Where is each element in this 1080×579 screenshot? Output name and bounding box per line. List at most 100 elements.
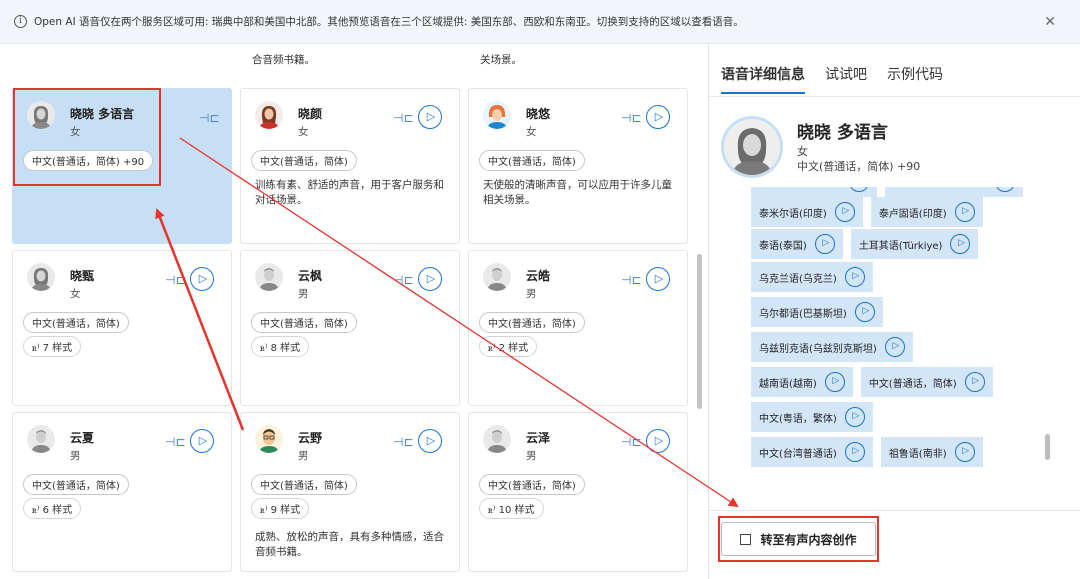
language-chip[interactable]: 越南语(越南) ▷ — [751, 367, 853, 397]
voice-card[interactable]: 云野男 ⊣⊏ ▷ 中文(普通话，简体) ꭱ⁾ 9 样式 成熟、放松的声音，具有多种情感，适… — [240, 412, 460, 572]
gallery-scrollbar[interactable] — [697, 254, 702, 409]
tab-try-it[interactable]: 试试吧 — [825, 64, 867, 94]
language-chip[interactable]: 中文(普通话，简体) ▷ — [860, 367, 993, 397]
pin-icon[interactable]: ⊣⊏ — [393, 435, 414, 449]
play-icon[interactable]: ▷ — [950, 234, 971, 254]
detail-tabs: 语音详细信息 试试吧 示例代码 — [721, 64, 943, 94]
play-icon[interactable]: ▷ — [854, 302, 875, 322]
language-chip[interactable]: 泰语(泰国) ▷ — [751, 229, 843, 259]
language-chip[interactable]: 土耳其语(Türkiye) ▷ — [850, 229, 979, 259]
language-label: 乌兹别克语(乌兹别克斯坦) — [759, 343, 877, 355]
language-chip[interactable]: 泰米尔语(印度) ▷ — [751, 197, 863, 227]
play-icon[interactable]: ▷ — [954, 202, 975, 222]
style-icon: ꭱ⁾ — [488, 505, 499, 516]
play-icon[interactable]: ▷ — [814, 234, 835, 254]
style-count: 6 样式 — [42, 505, 73, 516]
tab-voice-details[interactable]: 语音详细信息 — [721, 64, 805, 94]
play-icon[interactable]: ▷ — [884, 337, 905, 357]
play-icon[interactable]: ▷ — [418, 429, 442, 453]
pin-icon[interactable]: ⊣⊏ — [621, 435, 642, 449]
style-count-badge: ꭱ⁾ 7 样式 — [23, 336, 82, 357]
pin-icon[interactable]: ⊣⊏ — [621, 111, 642, 125]
language-row: 乌尔都语(巴基斯坦) ▷ — [751, 297, 883, 327]
voice-card[interactable]: 云夏男 ⊣⊏ ▷ 中文(普通话，简体) ꭱ⁾ 6 样式 — [12, 412, 232, 572]
info-icon: i — [14, 15, 27, 28]
language-row: 乌克兰语(乌克兰) ▷ — [751, 262, 873, 292]
voice-languages: 中文(普通话，简体) +90 — [797, 160, 921, 173]
annotation-box-selected-voice — [13, 88, 161, 186]
play-icon[interactable]: ▷ — [995, 187, 1015, 192]
pin-icon[interactable]: ⊣⊏ — [165, 273, 186, 287]
card-desc-fragment: 关场景。 — [480, 54, 522, 66]
play-icon[interactable]: ▷ — [190, 267, 214, 291]
language-tag: 中文(普通话，简体) — [479, 474, 585, 495]
pin-icon[interactable]: ⊣⊏ — [621, 273, 642, 287]
tab-sample-code[interactable]: 示例代码 — [887, 64, 943, 94]
language-chip: ▷ — [751, 187, 877, 197]
voice-card[interactable]: 晓甄女 ⊣⊏ ▷ 中文(普通话，简体) ꭱ⁾ 7 样式 — [12, 250, 232, 406]
voice-avatar — [721, 116, 783, 178]
language-chip[interactable]: 祖鲁语(南非) ▷ — [880, 437, 983, 467]
voice-card[interactable]: 晓颜女 ⊣⊏ ▷ 中文(普通话，简体) 训练有素、舒适的声音，用于客户服务和 对话场景。 — [240, 88, 460, 244]
voice-gender: 男 — [298, 450, 309, 462]
language-chip[interactable]: 乌克兰语(乌克兰) ▷ — [751, 262, 873, 292]
style-count-badge: ꭱ⁾ 9 样式 — [251, 498, 310, 519]
play-icon[interactable]: ▷ — [834, 202, 855, 222]
play-icon[interactable]: ▷ — [824, 372, 845, 392]
play-icon[interactable]: ▷ — [190, 429, 214, 453]
voice-name: 云野 — [298, 431, 323, 445]
pin-icon[interactable]: ⊣⊏ — [393, 111, 414, 125]
language-chip[interactable]: 中文(台湾普通话) ▷ — [751, 437, 873, 467]
language-chip[interactable]: 乌尔都语(巴基斯坦) ▷ — [751, 297, 883, 327]
voice-name: 云夏 — [70, 431, 95, 445]
voice-avatar-icon — [255, 263, 283, 291]
language-chip[interactable]: 中文(粤语，繁体) ▷ — [751, 402, 873, 432]
play-icon[interactable]: ▷ — [844, 267, 865, 287]
language-chip[interactable]: 泰卢固语(印度) ▷ — [870, 197, 983, 227]
language-label: 中文(台湾普通话) — [759, 448, 837, 460]
voice-card[interactable]: 云皓男 ⊣⊏ ▷ 中文(普通话，简体) ꭱ⁾ 2 样式 — [468, 250, 688, 406]
voice-detail-panel: 语音详细信息 试试吧 示例代码 晓晓 多语言 女 中文(普通话，简体) +90 … — [708, 44, 1080, 579]
language-label: 中文(普通话，简体) — [868, 378, 957, 390]
voice-avatar-icon — [483, 101, 511, 129]
language-row-partial: ▷▷ — [751, 187, 1023, 197]
language-label: 中文(粤语，繁体) — [759, 413, 837, 425]
language-label: 泰语(泰国) — [759, 240, 807, 252]
language-chip[interactable]: 乌兹别克语(乌兹别克斯坦) ▷ — [751, 332, 913, 362]
voice-card[interactable]: 云枫男 ⊣⊏ ▷ 中文(普通话，简体) ꭱ⁾ 8 样式 — [240, 250, 460, 406]
language-tag: 中文(普通话，简体) — [23, 474, 129, 495]
supported-languages-list: ▷▷泰米尔语(印度)▷泰卢固语(印度)▷泰语(泰国)▷土耳其语(Türkiye)… — [751, 187, 1051, 497]
language-row: 泰语(泰国) ▷ 土耳其语(Türkiye) ▷ — [751, 229, 979, 259]
style-icon: ꭱ⁾ — [260, 343, 271, 354]
play-icon[interactable]: ▷ — [844, 442, 865, 462]
voice-gender: 女 — [298, 126, 309, 138]
language-label: 祖鲁语(南非) — [888, 448, 947, 460]
language-row: 乌兹别克语(乌兹别克斯坦) ▷ — [751, 332, 913, 362]
play-icon[interactable]: ▷ — [954, 442, 975, 462]
style-icon: ꭱ⁾ — [260, 505, 271, 516]
language-row: 中文(粤语，繁体) ▷ — [751, 402, 873, 432]
play-icon[interactable]: ▷ — [646, 267, 670, 291]
pin-icon[interactable]: ⊣⊏ — [165, 435, 186, 449]
close-icon[interactable]: ✕ — [1044, 14, 1056, 30]
language-label: 乌尔都语(巴基斯坦) — [759, 308, 847, 320]
style-count-badge: ꭱ⁾ 10 样式 — [479, 498, 544, 519]
voice-card[interactable]: 晓悠女 ⊣⊏ ▷ 中文(普通话，简体) 天使般的清晰声音，可以应用于许多儿童 相关场景。 — [468, 88, 688, 244]
pin-icon[interactable]: ⊣⊏ — [199, 111, 220, 125]
play-icon[interactable]: ▷ — [646, 105, 670, 129]
play-icon[interactable]: ▷ — [418, 267, 442, 291]
play-icon[interactable]: ▷ — [646, 429, 670, 453]
voice-card[interactable]: 云泽男 ⊣⊏ ▷ 中文(普通话，简体) ꭱ⁾ 10 样式 — [468, 412, 688, 572]
style-icon: ꭱ⁾ — [488, 343, 499, 354]
voice-description: 音频书籍。 — [255, 546, 308, 558]
region-notice-banner: i Open AI 语音仅在两个服务区域可用: 瑞典中部和美国中北部。其他预览语… — [0, 0, 1080, 44]
play-icon[interactable]: ▷ — [849, 187, 869, 192]
pin-icon[interactable]: ⊣⊏ — [393, 273, 414, 287]
style-count: 8 样式 — [270, 343, 301, 354]
play-icon[interactable]: ▷ — [418, 105, 442, 129]
play-icon[interactable]: ▷ — [844, 407, 865, 427]
play-icon[interactable]: ▷ — [964, 372, 985, 392]
language-chip: ▷ — [885, 187, 1023, 197]
panel-scrollbar[interactable] — [1045, 434, 1050, 460]
voice-gender: 男 — [526, 288, 537, 300]
